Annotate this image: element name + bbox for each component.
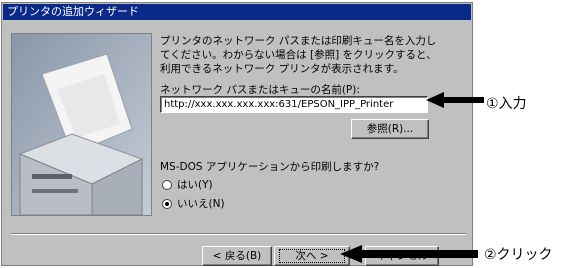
printer-illustration xyxy=(11,33,152,216)
wizard-description: プリンタのネットワーク パスまたは印刷キュー名を入力してください。わからない場合… xyxy=(160,35,437,75)
input-callout: ①入力 xyxy=(486,96,527,112)
browse-button[interactable]: 参照(R)... xyxy=(351,119,429,139)
msdos-question-label: MS-DOS アプリケーションから印刷しますか? xyxy=(160,161,380,173)
radio-no-button[interactable] xyxy=(162,198,172,209)
radio-yes[interactable]: はい(Y) xyxy=(162,177,213,192)
add-printer-wizard-window: プリンタの追加ウィザード プリンタのネットワーク パスまたは印刷キュー名を入力し… xyxy=(1,2,473,266)
radio-yes-button[interactable] xyxy=(162,179,172,190)
click-arrow-icon xyxy=(340,245,478,263)
button-separator xyxy=(11,233,466,235)
next-button-label: 次へ > xyxy=(279,249,345,263)
radio-no[interactable]: いいえ(N) xyxy=(162,196,225,211)
click-callout: ②クリック xyxy=(484,247,553,263)
input-arrow-icon xyxy=(426,92,484,108)
network-path-label: ネットワーク パスまたはキューの名前(P): xyxy=(160,84,360,96)
window-title: プリンタの追加ウィザード xyxy=(3,4,471,20)
radio-yes-label: はい(Y) xyxy=(177,179,213,191)
network-path-input[interactable]: http://xxx.xxx.xxx.xxx:631/EPSON_IPP_Pri… xyxy=(160,96,428,113)
next-button[interactable]: 次へ > xyxy=(274,246,350,266)
radio-no-label: いいえ(N) xyxy=(177,198,225,210)
back-button[interactable]: < 戻る(B) xyxy=(202,246,272,266)
